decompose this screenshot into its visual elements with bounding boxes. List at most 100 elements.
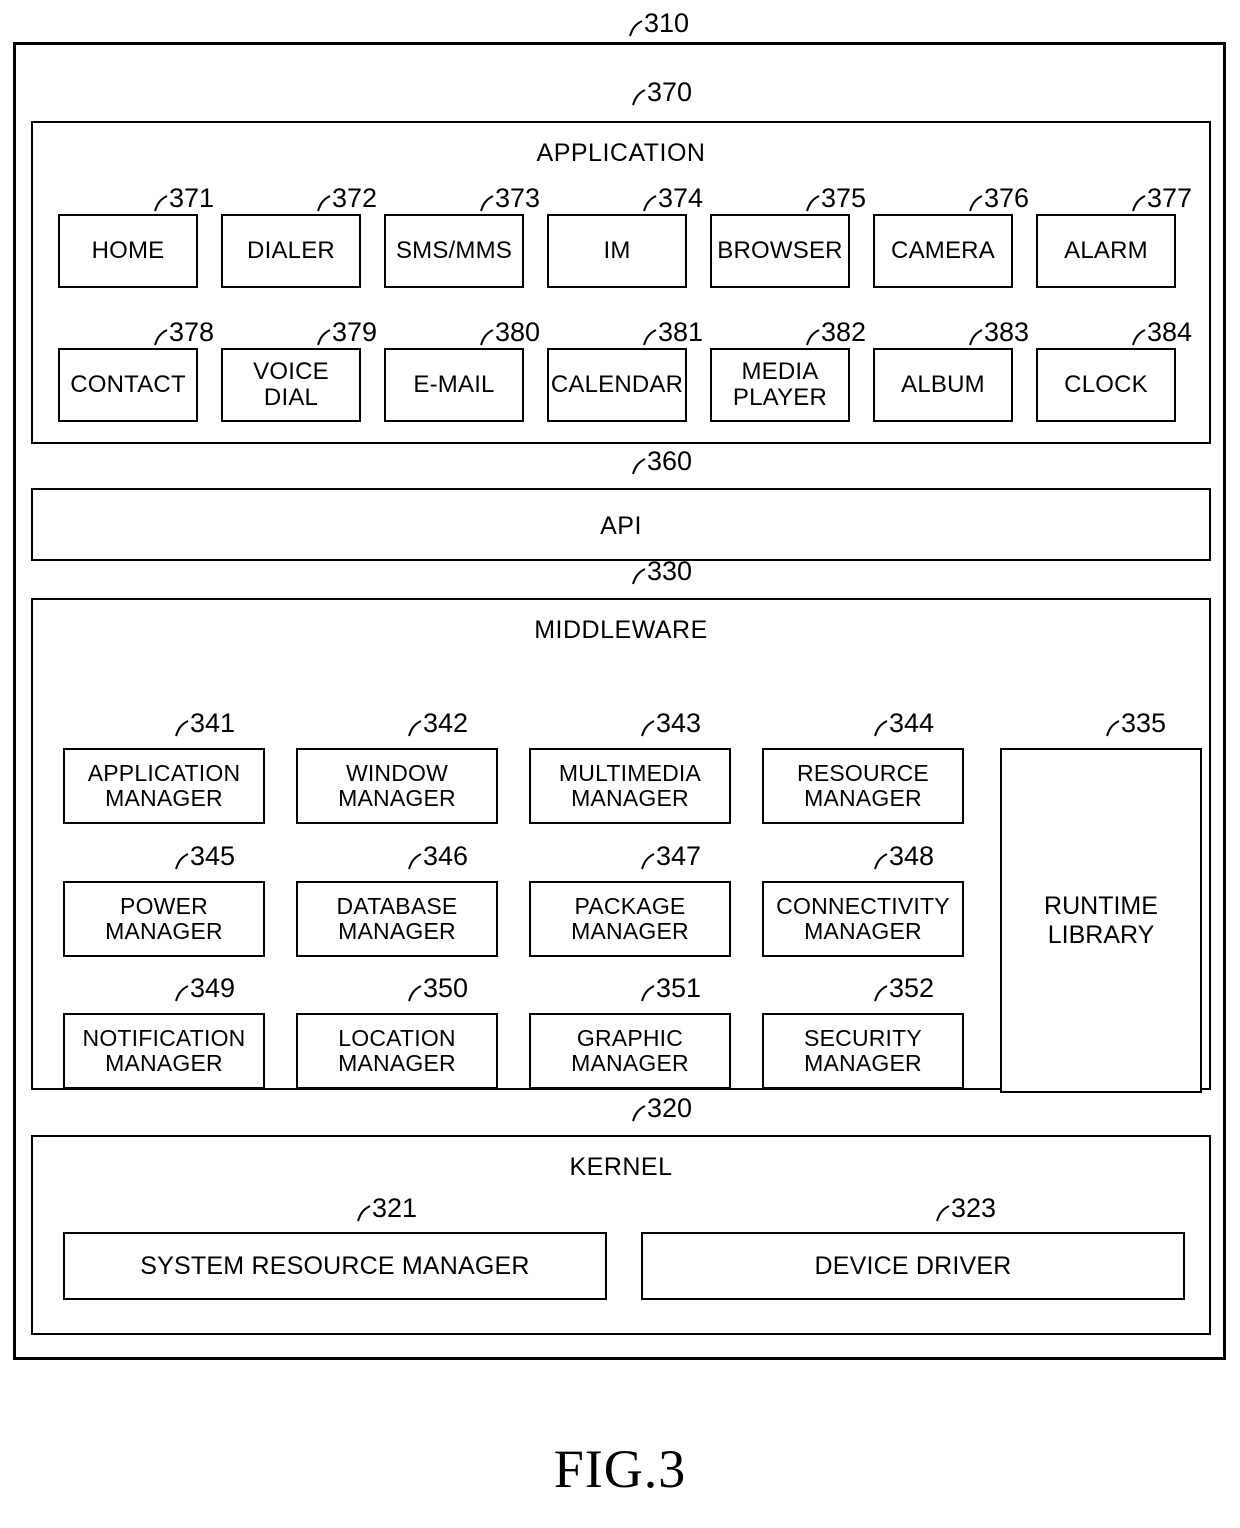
ref-number: 341 bbox=[190, 708, 236, 738]
ref-number: 376 bbox=[984, 183, 1030, 213]
middleware-box-label: POWER MANAGER bbox=[105, 893, 223, 944]
app-box-media-player[interactable]: MEDIA PLAYER bbox=[710, 348, 856, 428]
middleware-box-label: DATABASE MANAGER bbox=[336, 893, 458, 944]
ref-callout-344: 344 bbox=[874, 710, 934, 737]
ref-number: 320 bbox=[647, 1093, 693, 1123]
kernel-box-label: SYSTEM RESOURCE MANAGER bbox=[140, 1251, 530, 1280]
ref-number: 375 bbox=[821, 183, 867, 213]
ref-number: 310 bbox=[644, 8, 690, 38]
middleware-box-label: RUNTIME LIBRARY bbox=[1044, 891, 1158, 949]
middleware-box-application-manager[interactable]: APPLICATION MANAGER bbox=[63, 748, 271, 830]
ref-callout-372: 372 bbox=[317, 185, 377, 212]
ref-number: 381 bbox=[658, 317, 704, 347]
ref-callout-382: 382 bbox=[806, 319, 866, 346]
leader-line-icon bbox=[1132, 192, 1146, 212]
leader-line-icon bbox=[936, 1202, 950, 1222]
middleware-box-database-manager[interactable]: DATABASE MANAGER bbox=[296, 881, 504, 963]
ref-number: 347 bbox=[656, 841, 702, 871]
middleware-box-notification-manager[interactable]: NOTIFICATION MANAGER bbox=[63, 1013, 271, 1095]
app-box-alarm[interactable]: ALARM bbox=[1036, 214, 1182, 294]
middleware-box-package-manager[interactable]: PACKAGE MANAGER bbox=[529, 881, 737, 963]
leader-line-icon bbox=[408, 717, 422, 737]
ref-callout-320: 320 bbox=[632, 1095, 692, 1122]
ref-number: 377 bbox=[1147, 183, 1193, 213]
middleware-box-connectivity-manager[interactable]: CONNECTIVITY MANAGER bbox=[762, 881, 970, 963]
leader-line-icon bbox=[154, 326, 168, 346]
app-box-home[interactable]: HOME bbox=[58, 214, 204, 294]
kernel-box-label: DEVICE DRIVER bbox=[814, 1251, 1012, 1280]
ref-callout-348: 348 bbox=[874, 843, 934, 870]
middleware-box-label: WINDOW MANAGER bbox=[338, 760, 456, 811]
ref-number: 373 bbox=[495, 183, 541, 213]
middleware-box-label: MULTIMEDIA MANAGER bbox=[558, 760, 702, 811]
kernel-box-device-driver[interactable]: DEVICE DRIVER bbox=[641, 1232, 1191, 1306]
ref-callout-342: 342 bbox=[408, 710, 468, 737]
leader-line-icon bbox=[632, 565, 646, 585]
app-box-im[interactable]: IM bbox=[547, 214, 693, 294]
ref-callout-350: 350 bbox=[408, 975, 468, 1002]
middleware-box-power-manager[interactable]: POWER MANAGER bbox=[63, 881, 271, 963]
leader-line-icon bbox=[317, 192, 331, 212]
middleware-box-window-manager[interactable]: WINDOW MANAGER bbox=[296, 748, 504, 830]
application-layer-title: APPLICATION bbox=[536, 139, 706, 167]
app-box-voice-dial[interactable]: VOICE DIAL bbox=[221, 348, 367, 428]
leader-line-icon bbox=[641, 717, 655, 737]
ref-callout-349: 349 bbox=[175, 975, 235, 1002]
app-box-browser[interactable]: BROWSER bbox=[710, 214, 856, 294]
leader-line-icon bbox=[641, 850, 655, 870]
middleware-box-graphic-manager[interactable]: GRAPHIC MANAGER bbox=[529, 1013, 737, 1095]
ref-number: 352 bbox=[889, 973, 935, 1003]
app-box-sms-mms[interactable]: SMS/MMS bbox=[384, 214, 530, 294]
app-box-camera[interactable]: CAMERA bbox=[873, 214, 1019, 294]
ref-callout-335: 335 bbox=[1106, 710, 1166, 737]
ref-number: 380 bbox=[495, 317, 541, 347]
ref-callout-374: 374 bbox=[643, 185, 703, 212]
app-box-label: ALARM bbox=[1064, 237, 1148, 265]
leader-line-icon bbox=[1132, 326, 1146, 346]
ref-callout-383: 383 bbox=[969, 319, 1029, 346]
app-box-contact[interactable]: CONTACT bbox=[58, 348, 204, 428]
app-box-label: BROWSER bbox=[717, 237, 843, 265]
middleware-box-resource-manager[interactable]: RESOURCE MANAGER bbox=[762, 748, 970, 830]
middleware-box-label: GRAPHIC MANAGER bbox=[571, 1025, 689, 1076]
leader-line-icon bbox=[317, 326, 331, 346]
kernel-box-system-resource-manager[interactable]: SYSTEM RESOURCE MANAGER bbox=[63, 1232, 613, 1306]
ref-number: 344 bbox=[889, 708, 935, 738]
ref-number: 335 bbox=[1121, 708, 1167, 738]
ref-number: 350 bbox=[423, 973, 469, 1003]
ref-callout-376: 376 bbox=[969, 185, 1029, 212]
ref-number: 346 bbox=[423, 841, 469, 871]
app-box-clock[interactable]: CLOCK bbox=[1036, 348, 1182, 428]
ref-number: 384 bbox=[1147, 317, 1193, 347]
app-box-label: IM bbox=[603, 237, 631, 265]
middleware-box-runtime-library[interactable]: RUNTIME LIBRARY bbox=[1000, 748, 1208, 1099]
app-box-album[interactable]: ALBUM bbox=[873, 348, 1019, 428]
app-box-email[interactable]: E-MAIL bbox=[384, 348, 530, 428]
middleware-box-location-manager[interactable]: LOCATION MANAGER bbox=[296, 1013, 504, 1095]
leader-line-icon bbox=[480, 326, 494, 346]
app-box-calendar[interactable]: CALENDAR bbox=[547, 348, 693, 428]
leader-line-icon bbox=[806, 192, 820, 212]
system-architecture-frame: 370 APPLICATION 371 372 373 374 375 376 … bbox=[13, 42, 1226, 1360]
middleware-box-multimedia-manager[interactable]: MULTIMEDIA MANAGER bbox=[529, 748, 737, 830]
leader-line-icon bbox=[969, 326, 983, 346]
app-box-label: CONTACT bbox=[70, 371, 186, 399]
app-box-label: E-MAIL bbox=[413, 371, 495, 399]
ref-number: 379 bbox=[332, 317, 378, 347]
middleware-box-label: CONNECTIVITY MANAGER bbox=[776, 893, 950, 944]
ref-callout-373: 373 bbox=[480, 185, 540, 212]
kernel-layer-title: KERNEL bbox=[569, 1153, 673, 1181]
ref-callout-310: 310 bbox=[629, 10, 689, 37]
app-box-dialer[interactable]: DIALER bbox=[221, 214, 367, 294]
app-box-label: ALBUM bbox=[901, 371, 985, 399]
app-box-label: MEDIA PLAYER bbox=[732, 358, 828, 411]
ref-callout-380: 380 bbox=[480, 319, 540, 346]
ref-callout-384: 384 bbox=[1132, 319, 1192, 346]
leader-line-icon bbox=[643, 326, 657, 346]
middleware-box-security-manager[interactable]: SECURITY MANAGER bbox=[762, 1013, 970, 1095]
ref-callout-321: 321 bbox=[357, 1195, 417, 1222]
leader-line-icon bbox=[874, 982, 888, 1002]
leader-line-icon bbox=[641, 982, 655, 1002]
middleware-box-label: APPLICATION MANAGER bbox=[87, 760, 241, 811]
ref-callout-343: 343 bbox=[641, 710, 701, 737]
